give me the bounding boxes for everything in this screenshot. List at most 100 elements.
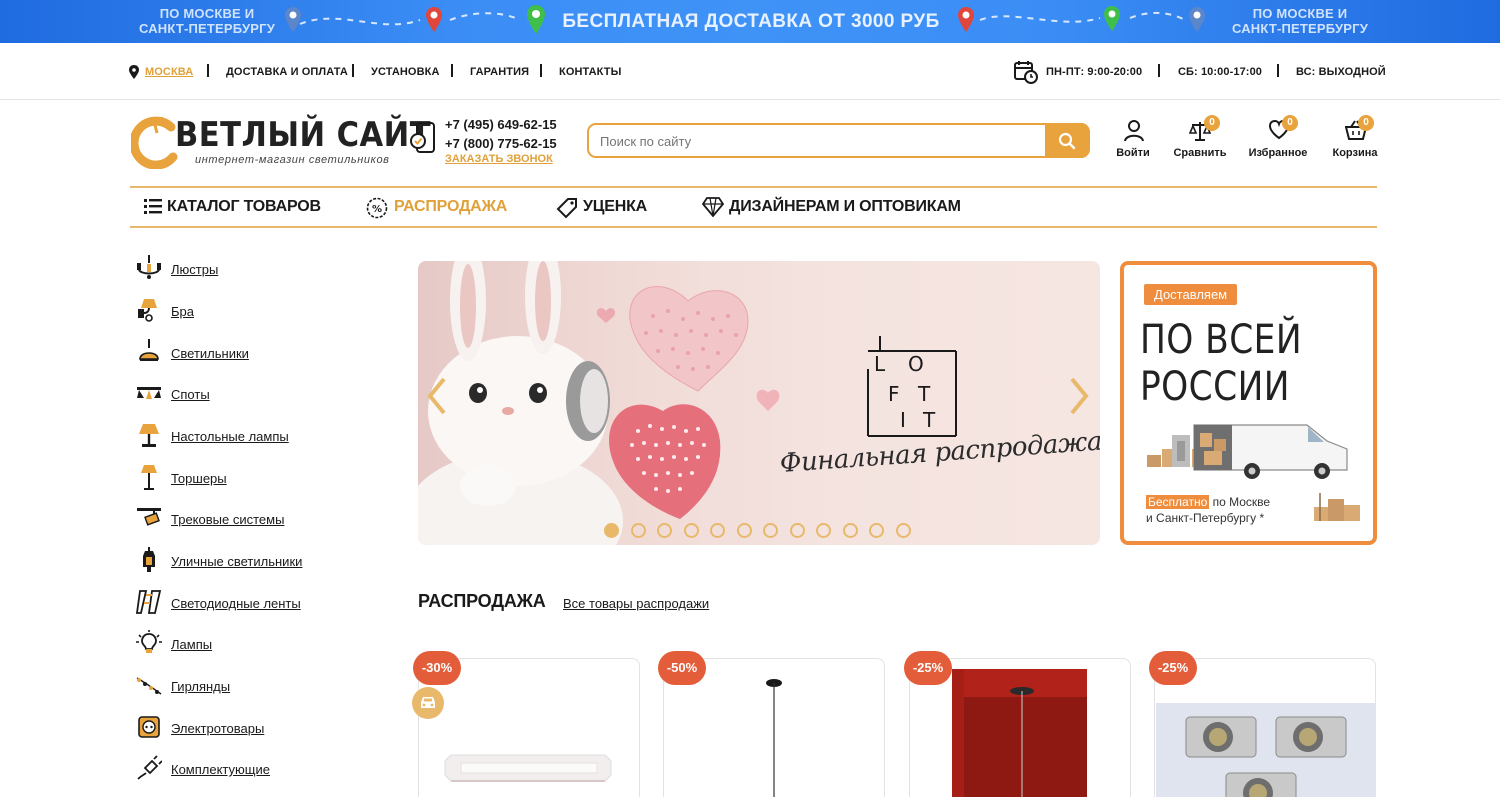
nav-catalog[interactable]: КАТАЛОГ ТОВАРОВ [167,198,321,216]
search-icon [1058,132,1076,150]
slider-dot[interactable] [604,523,619,538]
svg-text:F: F [888,382,905,406]
sidebar-item-garlands[interactable]: Гирлянды [136,670,386,700]
slider-pagination [604,523,924,539]
sidebar-item-led-strips[interactable]: Светодиодные ленты [136,587,386,617]
map-pin-icon [426,7,442,32]
sidebar-item-table-lamps[interactable]: Настольные лампы [136,420,386,450]
slider-dot[interactable] [816,523,831,538]
delivery-headline-line2: РОССИИ [1140,364,1290,410]
sidebar-item-label: Торшеры [171,471,227,486]
divider [1158,64,1160,77]
sidebar-item-street-lights[interactable]: Уличные светильники [136,545,386,575]
favorites-button[interactable]: 0 Избранное [1243,115,1313,163]
sidebar-item-label: Электротовары [171,721,265,736]
nav-designers[interactable]: ДИЗАЙНЕРАМ И ОПТОВИКАМ [729,198,961,216]
svg-text:T: T [922,408,940,432]
delivery-free-highlight: Бесплатно [1146,495,1210,509]
sidebar-item-electrical[interactable]: Электротовары [136,712,386,742]
phone-toll-free[interactable]: +7 (800) 775-62-15 [445,136,557,151]
delivery-tag: Доставляем [1144,284,1238,305]
user-icon [1124,120,1144,142]
site-logo[interactable]: ВЕТЛЫЙ САЙТ интернет-магазин светильнико… [131,113,431,169]
prev-slide-arrow-icon[interactable] [426,376,448,416]
slider-dot[interactable] [789,523,805,538]
link-warranty[interactable]: ГАРАНТИЯ [470,66,529,78]
list-icon [144,199,162,214]
sidebar-item-label: Трековые системы [171,512,285,527]
nav-discount[interactable]: УЦЕНКА [583,198,647,216]
city-selector[interactable]: МОСКВА [145,66,193,78]
sidebar-item-chandeliers[interactable]: Люстры [136,253,386,283]
discount-badge: -25% [1149,651,1197,685]
svg-text:T: T [917,382,935,406]
sidebar-item-label: Настольные лампы [171,429,289,444]
divider [451,64,453,77]
hero-slider[interactable]: LO FT IT Финальная распродажа [418,261,1100,545]
link-installation[interactable]: УСТАНОВКА [371,66,440,78]
next-slide-arrow-icon[interactable] [1068,376,1090,416]
calendar-clock-icon [1014,61,1038,84]
sidebar-item-lamps[interactable]: Светильники [136,337,386,367]
cart-count-badge: 0 [1358,115,1374,131]
sidebar-item-label: Бра [171,304,194,319]
led-strip-icon [136,590,162,614]
hours-sunday: ВС: ВЫХОДНОЙ [1296,66,1386,78]
compare-button[interactable]: 0 Сравнить [1165,115,1235,163]
slider-dot[interactable] [869,523,884,538]
map-pin-icon [527,5,545,34]
svg-text:%: % [372,204,382,215]
slider-dot[interactable] [710,523,725,538]
sidebar-item-bulbs[interactable]: Лампы [136,628,386,658]
sidebar-item-spots[interactable]: Споты [136,378,386,408]
product-image [444,754,612,782]
slider-dot[interactable] [657,523,672,538]
track-light-icon [137,508,161,526]
chandelier-icon [137,255,161,279]
socket-icon [138,716,160,738]
slider-dot[interactable] [763,523,778,538]
favorites-count-badge: 0 [1282,115,1298,131]
product-image [1156,703,1375,797]
sidebar-item-label: Лампы [171,637,213,652]
sidebar-item-sconces[interactable]: Бра [136,295,386,325]
link-delivery-payment[interactable]: ДОСТАВКА И ОПЛАТА [226,66,348,78]
slider-dot[interactable] [736,523,752,538]
sale-section-title: РАСПРОДАЖА [418,591,546,611]
sidebar-item-label: Уличные светильники [171,554,303,569]
favorites-label: Избранное [1248,147,1308,159]
divider [540,64,542,77]
delivery-promo-banner[interactable]: Доставляем ПО ВСЕЙ РОССИИ Бесплатно по М… [1120,261,1377,545]
delivery-free-spb: и Санкт-Петербургу * [1146,511,1265,525]
cart-button[interactable]: 0 Корзина [1320,115,1390,163]
nav-sale[interactable]: РАСПРОДАЖА [394,198,507,216]
spot-light-icon [137,387,161,399]
slider-dot[interactable] [683,523,699,538]
hours-saturday: СБ: 10:00-17:00 [1178,66,1262,78]
delivery-free-moscow: по Москве [1209,495,1271,509]
location-pin-icon [129,65,139,79]
promo-banner[interactable]: ПО МОСКВЕ И САНКТ-ПЕТЕРБУРГУ БЕСПЛАТНАЯ … [0,0,1500,43]
slider-dot[interactable] [895,523,911,538]
sidebar-item-components[interactable]: Комплектующие [136,753,386,783]
boxes-illustration [1314,493,1360,521]
callback-link[interactable]: ЗАКАЗАТЬ ЗВОНОК [445,153,553,165]
link-contacts[interactable]: КОНТАКТЫ [559,66,621,78]
delivery-free-text: Бесплатно по Москве и Санкт-Петербургу * [1146,494,1270,526]
map-pin-icon [1104,6,1120,31]
discount-badge: -30% [413,651,461,685]
sidebar-item-track-systems[interactable]: Трековые системы [136,503,386,533]
sidebar-item-label: Светильники [171,346,249,361]
search-button[interactable] [1045,123,1090,158]
street-lamp-icon [143,547,155,572]
phone-moscow[interactable]: +7 (495) 649-62-15 [445,117,557,132]
search-input[interactable] [600,132,1040,150]
sidebar-item-floor-lamps[interactable]: Торшеры [136,462,386,492]
divider [352,64,354,77]
login-button[interactable]: Войти [1098,118,1168,163]
slider-dot[interactable] [630,523,646,538]
sale-all-link[interactable]: Все товары распродажи [563,596,709,611]
discount-badge: -25% [904,651,952,685]
slider-dot[interactable] [842,523,858,538]
delivery-car-badge [412,687,444,719]
